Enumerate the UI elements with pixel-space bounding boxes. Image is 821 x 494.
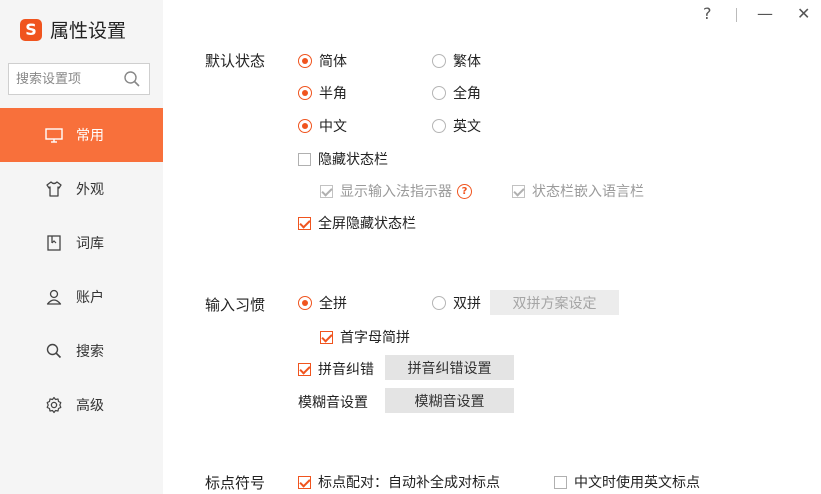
option-label: 双拼	[453, 296, 481, 312]
close-button[interactable]: ✕	[797, 4, 810, 23]
sidebar-item-account[interactable]: 账户	[0, 270, 163, 324]
option-label: 全拼	[319, 296, 347, 312]
radio-halfwidth[interactable]: 半角	[298, 83, 347, 103]
checkbox-disabled-icon[interactable]	[512, 184, 525, 198]
option-label: 拼音纠错	[318, 362, 374, 378]
checkbox-checked-icon[interactable]	[320, 330, 333, 344]
section-title-input-habit: 输入习惯	[205, 296, 266, 314]
checkbox-checked-icon[interactable]	[298, 216, 311, 230]
option-label: 中文	[319, 119, 347, 135]
checkbox-disabled-icon[interactable]	[320, 184, 333, 198]
option-label: 半角	[319, 86, 347, 102]
fuzzy-sound-label: 模糊音设置	[298, 395, 368, 411]
checkbox-pinyin-correction[interactable]: 拼音纠错	[298, 359, 374, 379]
sidebar-item-advanced[interactable]: 高级	[0, 378, 163, 432]
help-icon[interactable]: ?	[457, 183, 472, 199]
user-icon	[46, 289, 62, 305]
radio-traditional[interactable]: 繁体	[432, 51, 481, 71]
divider	[736, 8, 737, 22]
radio-full-pinyin[interactable]: 全拼	[298, 293, 347, 313]
checkbox-checked-icon[interactable]	[298, 362, 311, 376]
sidebar-item-label: 搜索	[76, 344, 104, 360]
sidebar-item-label: 常用	[76, 128, 104, 144]
search-icon	[46, 343, 62, 359]
checkbox-checked-icon[interactable]	[298, 475, 311, 489]
search-icon[interactable]	[123, 70, 141, 88]
radio-checked-icon[interactable]	[298, 119, 312, 133]
app-header: S 属性设置	[20, 16, 126, 43]
double-pinyin-settings-button[interactable]: 双拼方案设定	[490, 290, 619, 315]
monitor-icon	[45, 128, 63, 143]
option-label: 中文时使用英文标点	[574, 475, 700, 491]
sidebar-item-dictionary[interactable]: 词库	[0, 216, 163, 270]
checkbox-embed-language-bar[interactable]: 状态栏嵌入语言栏	[512, 181, 644, 201]
option-label: 英文	[453, 119, 481, 135]
pinyin-correction-settings-button[interactable]: 拼音纠错设置	[385, 355, 514, 380]
checkbox-hide-status-bar[interactable]: 隐藏状态栏	[298, 149, 388, 169]
radio-checked-icon[interactable]	[298, 296, 312, 310]
option-label: 全角	[453, 86, 481, 102]
radio-unchecked-icon[interactable]	[432, 119, 446, 133]
sogou-logo: S	[20, 18, 42, 41]
section-title-default-state: 默认状态	[205, 52, 266, 70]
checkbox-show-indicator[interactable]: 显示输入法指示器 ?	[320, 181, 472, 201]
checkbox-auto-pair-punct[interactable]: 标点配对：自动补全成对标点	[298, 472, 500, 492]
radio-chinese[interactable]: 中文	[298, 116, 347, 136]
option-label: 繁体	[453, 54, 481, 70]
option-label: 显示输入法指示器	[340, 184, 452, 200]
option-label: 简体	[319, 54, 347, 70]
book-icon	[47, 235, 61, 251]
checkbox-unchecked-icon[interactable]	[554, 475, 567, 489]
shirt-icon	[46, 181, 62, 197]
option-label: 首字母简拼	[340, 330, 410, 346]
radio-unchecked-icon[interactable]	[432, 296, 446, 310]
checkbox-english-punct[interactable]: 中文时使用英文标点	[554, 472, 700, 492]
radio-unchecked-icon[interactable]	[432, 54, 446, 68]
radio-simplified[interactable]: 简体	[298, 51, 347, 71]
sidebar-item-search[interactable]: 搜索	[0, 324, 163, 378]
checkbox-initial-abbrev[interactable]: 首字母简拼	[320, 327, 410, 347]
sidebar-item-label: 词库	[76, 236, 104, 252]
search-input[interactable]	[14, 70, 126, 88]
option-label: 隐藏状态栏	[318, 152, 388, 168]
help-button[interactable]: ?	[703, 4, 712, 23]
app-title: 属性设置	[50, 20, 127, 42]
radio-checked-icon[interactable]	[298, 54, 312, 68]
search-box[interactable]	[8, 63, 150, 95]
radio-unchecked-icon[interactable]	[432, 86, 446, 100]
radio-english[interactable]: 英文	[432, 116, 481, 136]
option-label: 全屏隐藏状态栏	[318, 216, 416, 232]
checkbox-fullscreen-hide[interactable]: 全屏隐藏状态栏	[298, 213, 416, 233]
fuzzy-sound-settings-button[interactable]: 模糊音设置	[385, 388, 514, 413]
checkbox-unchecked-icon[interactable]	[298, 152, 311, 166]
radio-checked-icon[interactable]	[298, 86, 312, 100]
minimize-button[interactable]: —	[757, 4, 773, 23]
sidebar-item-label: 账户	[76, 290, 104, 306]
radio-double-pinyin[interactable]: 双拼	[432, 293, 481, 313]
sidebar: S 属性设置 常用 外观 词库 账	[0, 0, 163, 494]
option-label: 标点配对：自动补全成对标点	[318, 475, 500, 491]
section-title-punctuation: 标点符号	[205, 474, 266, 492]
sidebar-item-common[interactable]: 常用	[0, 108, 163, 162]
sidebar-item-label: 高级	[76, 398, 104, 414]
radio-fullwidth[interactable]: 全角	[432, 83, 481, 103]
gear-icon	[46, 396, 62, 414]
sidebar-item-label: 外观	[76, 182, 104, 198]
sidebar-item-appearance[interactable]: 外观	[0, 162, 163, 216]
option-label: 状态栏嵌入语言栏	[532, 184, 644, 200]
